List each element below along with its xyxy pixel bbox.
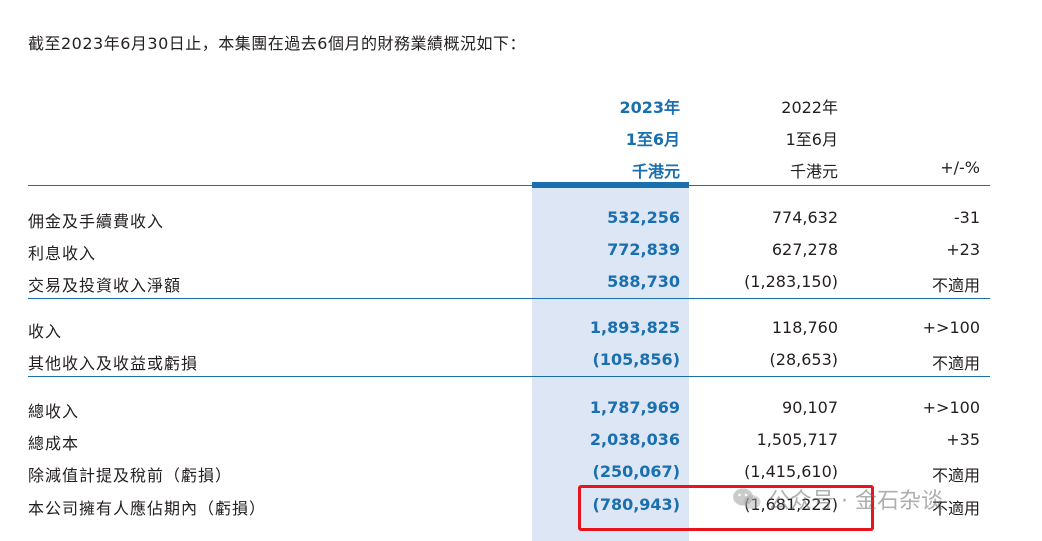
value-change: -31 (953, 208, 980, 227)
value-2022: (1,283,150) (744, 272, 838, 291)
row-label: 總收入 (28, 402, 80, 421)
value-2023: 2,038,036 (589, 430, 680, 449)
header-2022-period: 1至6月 (785, 130, 838, 149)
value-2023: 1,787,969 (589, 398, 680, 417)
group-divider (28, 376, 990, 377)
row-label: 交易及投資收入淨額 (28, 276, 182, 295)
table-row: 總收入 1,787,969 90,107 +>100 (0, 394, 1042, 422)
value-2023: 772,839 (607, 240, 680, 259)
value-2023: 532,256 (607, 208, 680, 227)
value-2022: 774,632 (771, 208, 838, 227)
table-row: 佣金及手續費收入 532,256 774,632 -31 (0, 204, 1042, 232)
header-change: +/-% (940, 158, 980, 177)
value-2023: 1,893,825 (589, 318, 680, 337)
row-label: 佣金及手續費收入 (28, 212, 165, 231)
watermark: 公众号 · 金石杂谈 (732, 481, 943, 517)
current-period-header-bar (532, 182, 689, 188)
value-2022: 627,278 (771, 240, 838, 259)
value-2022: 118,760 (771, 318, 838, 337)
group-divider (28, 298, 990, 299)
header-2022-unit: 千港元 (789, 162, 838, 181)
row-label: 其他收入及收益或虧損 (28, 354, 199, 373)
table-row: 收入 1,893,825 118,760 +>100 (0, 314, 1042, 342)
intro-text: 截至2023年6月30日止，本集團在過去6個月的財務業績概況如下： (28, 34, 526, 53)
table-row: 交易及投資收入淨額 588,730 (1,283,150) 不適用 (0, 268, 1042, 296)
value-2023: (105,856) (592, 350, 681, 369)
row-label: 本公司擁有人應佔期內（虧損） (28, 499, 267, 518)
row-label: 收入 (28, 322, 63, 341)
header-2023-period: 1至6月 (625, 130, 680, 149)
header-2023-unit: 千港元 (631, 162, 680, 181)
header-2022-year: 2022年 (781, 98, 838, 117)
value-2023: 588,730 (607, 272, 680, 291)
row-label: 利息收入 (28, 244, 97, 263)
value-2022: (28,653) (769, 350, 838, 369)
value-change: 不適用 (931, 354, 980, 373)
value-2023: (250,067) (592, 462, 681, 481)
value-change: 不適用 (931, 276, 980, 295)
value-2022: 90,107 (782, 398, 838, 417)
wechat-icon (733, 488, 761, 509)
table-row: 總成本 2,038,036 1,505,717 +35 (0, 426, 1042, 454)
header-divider (28, 185, 990, 186)
header-2023-year: 2023年 (619, 98, 680, 117)
value-2022: (1,415,610) (744, 462, 838, 481)
value-change: +>100 (922, 318, 980, 337)
value-2022: 1,505,717 (756, 430, 838, 449)
table-row: 其他收入及收益或虧損 (105,856) (28,653) 不適用 (0, 346, 1042, 374)
row-label: 除減值計提及稅前（虧損） (28, 466, 233, 485)
value-change: +>100 (922, 398, 980, 417)
watermark-text: 公众号 · 金石杂谈 (768, 489, 943, 514)
value-change: +23 (946, 240, 980, 259)
row-label: 總成本 (28, 434, 80, 453)
table-row: 利息收入 772,839 627,278 +23 (0, 236, 1042, 264)
value-change: +35 (946, 430, 980, 449)
